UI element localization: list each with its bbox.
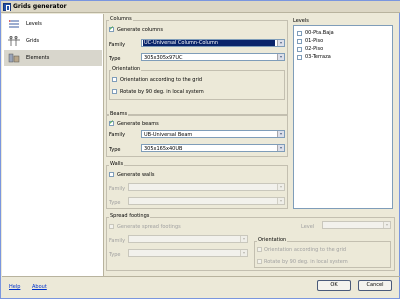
- generate-spread-footings-checkbox[interactable]: [109, 224, 114, 229]
- elements-icon: [8, 53, 20, 63]
- beams-type-label: Type: [109, 147, 121, 153]
- sidebar-item-levels[interactable]: Levels: [4, 16, 102, 32]
- chevron-down-icon[interactable]: [383, 222, 390, 228]
- level-checkbox[interactable]: [297, 39, 302, 44]
- columns-orientation-grid-checkbox[interactable]: [112, 77, 117, 82]
- columns-type-value: 305x305x97UC: [144, 55, 183, 61]
- footings-family-label: Family: [109, 238, 126, 244]
- levels-icon: [9, 20, 19, 28]
- footings-family-select[interactable]: [128, 235, 248, 243]
- level-checkbox[interactable]: [297, 55, 302, 60]
- columns-legend: Columns: [109, 16, 133, 22]
- generate-columns-checkbox[interactable]: [109, 25, 114, 32]
- chevron-down-icon[interactable]: [277, 131, 284, 137]
- window-title: Grids generator: [13, 3, 67, 10]
- level-label: 01-Piso: [305, 38, 324, 44]
- walls-type-label: Type: [109, 200, 121, 206]
- level-label: 02-Piso: [305, 46, 324, 52]
- walls-family-select[interactable]: [128, 183, 285, 191]
- spread-footings-legend: Spread footings: [109, 213, 151, 219]
- columns-family-select[interactable]: UC-Universal Column-Column: [141, 39, 285, 47]
- beams-type-select[interactable]: 305x165x40UB: [141, 144, 285, 152]
- footings-type-select[interactable]: [128, 249, 248, 257]
- walls-type-select[interactable]: [128, 197, 285, 205]
- level-label: 03-Terraza: [305, 54, 331, 60]
- footings-type-label: Type: [109, 252, 121, 258]
- columns-orientation-group: [109, 70, 285, 100]
- beams-legend: Beams: [109, 111, 129, 117]
- footings-rotate-checkbox[interactable]: [257, 259, 262, 264]
- level-checkbox[interactable]: [297, 31, 302, 36]
- title-bar: Grids generator: [1, 1, 400, 13]
- chevron-down-icon[interactable]: [277, 54, 284, 60]
- ok-button[interactable]: OK: [317, 280, 351, 291]
- levels-list: 00-Pta.Baja 01-Piso 02-Piso 03-Terraza: [293, 25, 393, 209]
- footings-orientation-grid-label: Orientation according to the grid: [264, 247, 347, 253]
- beams-type-value: 305x165x40UB: [144, 146, 183, 152]
- sidebar-item-grids[interactable]: Grids: [4, 33, 102, 49]
- footer-divider: [2, 276, 400, 277]
- footings-orientation-legend: Orientation: [257, 237, 288, 243]
- columns-orientation-legend: Orientation: [111, 66, 142, 72]
- columns-orientation-grid-label: Orientation according to the grid: [120, 77, 203, 83]
- chevron-down-icon[interactable]: [240, 250, 247, 256]
- generate-spread-footings-label: Generate spread footings: [117, 224, 181, 230]
- columns-rotate-checkbox[interactable]: [112, 89, 117, 94]
- sidebar-item-label: Elements: [26, 55, 50, 61]
- chevron-down-icon[interactable]: [277, 198, 284, 204]
- chevron-down-icon[interactable]: [277, 145, 284, 151]
- sidebar-item-elements[interactable]: Elements: [4, 50, 102, 66]
- chevron-down-icon[interactable]: [277, 40, 284, 46]
- sidebar: Levels Grids Elements: [2, 14, 104, 276]
- beams-family-value: UB-Universal Beam: [144, 132, 193, 138]
- beams-family-label: Family: [109, 132, 126, 138]
- footings-level-select[interactable]: [322, 221, 391, 229]
- footings-rotate-label: Rotate by 90 deg. in local system: [264, 259, 348, 265]
- chevron-down-icon[interactable]: [277, 184, 284, 190]
- generate-walls-checkbox[interactable]: [109, 172, 114, 177]
- footings-orientation-grid-checkbox[interactable]: [257, 247, 262, 252]
- walls-legend: Walls: [109, 161, 125, 167]
- generate-beams-checkbox[interactable]: [109, 119, 114, 126]
- walls-family-label: Family: [109, 186, 126, 192]
- levels-label: Levels: [293, 18, 309, 24]
- sidebar-item-label: Grids: [26, 38, 40, 44]
- columns-rotate-label: Rotate by 90 deg. in local system: [120, 89, 204, 95]
- grids-icon: [8, 36, 20, 46]
- level-checkbox[interactable]: [297, 47, 302, 52]
- sidebar-item-label: Levels: [26, 21, 42, 27]
- chevron-down-icon[interactable]: [240, 236, 247, 242]
- generate-beams-label: Generate beams: [117, 121, 159, 127]
- columns-family-value: UC-Universal Column-Column: [143, 40, 275, 46]
- beams-family-select[interactable]: UB-Universal Beam: [141, 130, 285, 138]
- cancel-button[interactable]: Cancel: [358, 280, 392, 291]
- help-link[interactable]: Help: [9, 284, 20, 290]
- app-icon: [3, 3, 11, 11]
- about-link[interactable]: About: [32, 284, 47, 290]
- grids-generator-window: Grids generator Levels Grids Elements Co…: [0, 0, 400, 299]
- level-label: 00-Pta.Baja: [305, 30, 334, 36]
- generate-walls-label: Generate walls: [117, 172, 155, 178]
- generate-columns-label: Generate columns: [117, 27, 163, 33]
- columns-family-label: Family: [109, 42, 126, 48]
- columns-type-select[interactable]: 305x305x97UC: [141, 53, 285, 61]
- columns-type-label: Type: [109, 56, 121, 62]
- footings-level-label: Level: [301, 224, 315, 230]
